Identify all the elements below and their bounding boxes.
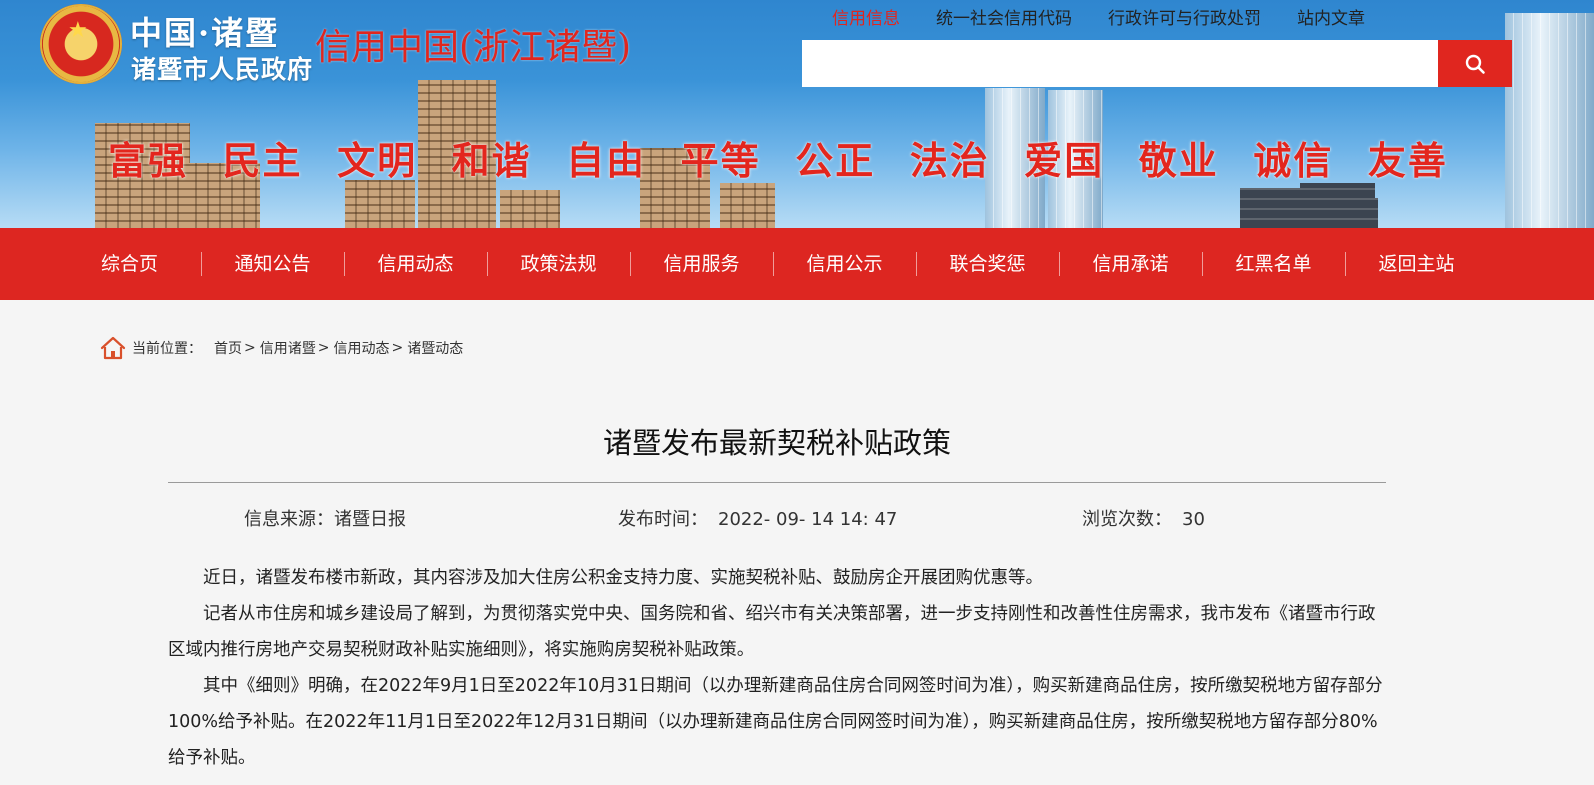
nav-item-label: 信用承诺	[1092, 253, 1169, 275]
core-value: 爱国	[1024, 139, 1105, 183]
nav-item-credit-commitment[interactable]: 信用承诺	[1059, 250, 1202, 278]
banner-building	[1240, 188, 1300, 228]
nav-item-return-main[interactable]: 返回主站	[1345, 250, 1488, 278]
core-value: 友善	[1367, 139, 1448, 183]
article-paragraph: 近日，诸暨发布楼市新政，其内容涉及加大住房公积金支持力度、实施契税补贴、鼓励房企…	[203, 568, 1043, 588]
nav-item-notices[interactable]: 通知公告	[201, 250, 344, 278]
breadcrumb-credit-zhuji[interactable]: 信用诸暨	[260, 338, 316, 358]
nav-item-label: 政策法规	[520, 253, 597, 275]
breadcrumb: 当前位置： 首页 > 信用诸暨 > 信用动态 > 诸暨动态	[100, 336, 463, 360]
article-views: 浏览次数： 30	[1082, 505, 1205, 531]
nav-item-credit-services[interactable]: 信用服务	[630, 250, 773, 278]
breadcrumb-home[interactable]: 首页	[214, 338, 242, 358]
core-value: 文明	[337, 139, 418, 183]
nav-item-rewards-penalties[interactable]: 联合奖惩	[916, 250, 1059, 278]
nav-item-label: 返回主站	[1378, 253, 1455, 275]
nav-item-label: 通知公告	[234, 253, 311, 275]
nav-item-credit-news[interactable]: 信用动态	[344, 250, 487, 278]
core-value: 自由	[566, 139, 647, 183]
banner-building	[720, 183, 775, 228]
top-link-site-articles[interactable]: 站内文章	[1297, 8, 1365, 30]
breadcrumb-label: 当前位置：	[132, 341, 202, 357]
source-value: 诸暨日报	[334, 509, 406, 530]
time-label: 发布时间：	[618, 509, 708, 530]
banner-building	[1348, 198, 1378, 228]
core-value: 民主	[222, 139, 303, 183]
views-label: 浏览次数：	[1082, 509, 1172, 530]
banner-building	[1505, 13, 1594, 228]
breadcrumb-separator: >	[244, 340, 256, 356]
article-paragraph: 记者从市住房和城乡建设局了解到，为贯彻落实党中央、国务院和省、绍兴市有关决策部署…	[168, 604, 1376, 660]
nav-item-label: 红黑名单	[1235, 253, 1312, 275]
core-value: 公正	[795, 139, 876, 183]
top-link-permit-penalty[interactable]: 行政许可与行政处罚	[1108, 8, 1261, 30]
views-value: 30	[1182, 509, 1205, 530]
search-button[interactable]	[1438, 40, 1512, 87]
banner-building	[345, 180, 415, 228]
article-title: 诸暨发布最新契税补贴政策	[602, 426, 951, 460]
core-value: 法治	[909, 139, 990, 183]
nav-item-label: 信用动态	[377, 253, 454, 275]
nav-item-label: 信用公示	[806, 253, 883, 275]
breadcrumb-separator: >	[391, 340, 404, 356]
home-icon	[100, 336, 126, 360]
top-link-credit-info[interactable]: 信用信息	[832, 8, 900, 30]
nav-item-label: 信用服务	[663, 253, 740, 275]
article-source: 信息来源：诸暨日报	[244, 505, 406, 531]
core-value: 诚信	[1253, 139, 1334, 183]
article-publish-time: 发布时间： 2022- 09- 14 14: 47	[618, 505, 897, 531]
header-banner: ★ 中国·诸暨 诸暨市人民政府 信用中国(浙江诸暨) 信用信息 统一社会信用代码…	[0, 0, 1594, 228]
top-link-credit-code[interactable]: 统一社会信用代码	[936, 8, 1072, 30]
core-value: 富强	[108, 139, 189, 183]
logo-line1: 中国·诸暨	[130, 14, 280, 52]
title-divider	[168, 482, 1386, 483]
national-emblem-icon: ★	[40, 4, 122, 84]
core-value: 和谐	[451, 139, 532, 183]
core-value: 敬业	[1138, 139, 1219, 183]
nav-item-label: 综合页	[100, 253, 158, 275]
article-body: 近日，诸暨发布楼市新政，其内容涉及加大住房公积金支持力度、实施契税补贴、鼓励房企…	[168, 560, 1388, 776]
time-value: 2022- 09- 14 14: 47	[718, 509, 898, 530]
nav-item-label: 联合奖惩	[949, 253, 1026, 275]
breadcrumb-separator: >	[317, 340, 330, 356]
banner-building	[500, 190, 560, 228]
search-input[interactable]	[802, 40, 1440, 87]
top-links: 信用信息 统一社会信用代码 行政许可与行政处罚 站内文章	[832, 8, 1401, 30]
nav-item-home[interactable]: 综合页	[58, 250, 201, 278]
main-nav: 综合页 通知公告 信用动态 政策法规 信用服务 信用公示 联合奖惩 信用承诺 红…	[0, 228, 1594, 300]
nav-item-credit-publicity[interactable]: 信用公示	[773, 250, 916, 278]
core-value: 平等	[680, 139, 761, 183]
article-paragraph: 其中《细则》明确，在2022年9月1日至2022年10月31日期间（以办理新建商…	[168, 676, 1383, 768]
logo-line2: 诸暨市人民政府	[131, 55, 314, 84]
nav-item-policies[interactable]: 政策法规	[487, 250, 630, 278]
site-title: 信用中国(浙江诸暨)	[315, 27, 632, 68]
search-icon	[1465, 54, 1485, 74]
nav-item-red-black-list[interactable]: 红黑名单	[1202, 250, 1345, 278]
source-label: 信息来源：	[244, 509, 334, 530]
breadcrumb-credit-news[interactable]: 信用动态	[333, 338, 389, 358]
breadcrumb-zhuji-news[interactable]: 诸暨动态	[407, 338, 463, 358]
core-values: 富强 民主 文明 和谐 自由 平等 公正 法治 爱国 敬业 诚信 友善	[108, 130, 1448, 185]
